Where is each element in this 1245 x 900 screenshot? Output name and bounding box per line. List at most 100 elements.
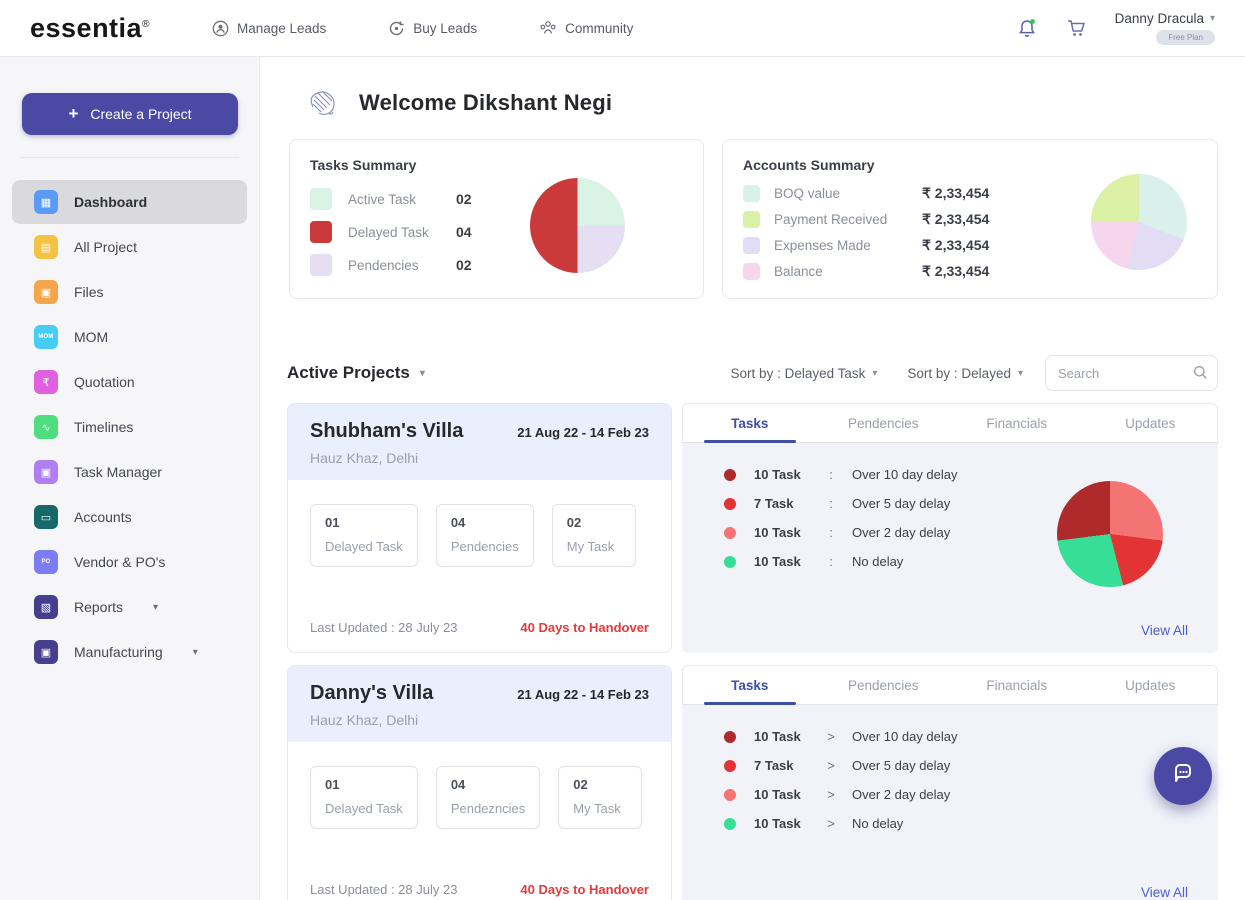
project-row: Danny's Villa 21 Aug 22 - 14 Feb 23 Hauz…: [287, 665, 1218, 900]
stat-pendencies: 04 Pendencies: [435, 504, 534, 567]
tab-updates[interactable]: Updates: [1084, 404, 1218, 442]
tasks-summary-pie-chart: [530, 178, 625, 273]
accounts-summary-card: Accounts Summary BOQ value ₹ 2,33,454 Pa…: [722, 139, 1218, 299]
user-name: Danny Dracula: [1114, 11, 1204, 26]
tasks-summary-title: Tasks Summary: [310, 157, 417, 173]
sidebar-item-accounts[interactable]: ▭ Accounts: [12, 495, 247, 539]
project-tabs: Tasks Pendencies Financials Updates: [682, 403, 1218, 443]
manufacturing-icon: ▣: [34, 640, 58, 664]
status-dot: [724, 817, 736, 830]
nav-label: Community: [565, 20, 634, 36]
sidebar-item-manufacturing[interactable]: ▣ Manufacturing ▾: [12, 630, 247, 674]
search-icon: [1193, 365, 1208, 385]
plus-icon: +: [68, 104, 79, 123]
notifications-bell-icon[interactable]: [1015, 16, 1039, 40]
chevron-down-icon: ▾: [153, 601, 159, 613]
tab-pendencies[interactable]: Pendencies: [817, 404, 951, 442]
project-detail-panel: Tasks Pendencies Financials Updates 10 T…: [682, 403, 1218, 653]
stat-my-task: 02 My Task: [558, 766, 643, 829]
tab-financials[interactable]: Financials: [950, 404, 1084, 442]
status-dot: [724, 759, 736, 772]
sidebar-item-timelines[interactable]: ∿ Timelines: [12, 405, 247, 449]
tab-financials[interactable]: Financials: [950, 666, 1084, 704]
legend-swatch: [743, 211, 760, 228]
view-all-link[interactable]: View All: [1141, 623, 1188, 638]
files-icon: ▣: [34, 280, 58, 304]
status-dot: [724, 788, 736, 801]
project-dates: 21 Aug 22 - 14 Feb 23: [517, 687, 649, 702]
nav-community[interactable]: Community: [539, 20, 633, 37]
sidebar-item-all-project[interactable]: ▤ All Project: [12, 225, 247, 269]
last-updated-text: Last Updated : 28 July 23: [310, 620, 458, 635]
task-delay-row: 7 Task > Over 5 day delay: [724, 758, 1188, 773]
task-delay-row: 10 Task : Over 10 day delay: [724, 467, 1188, 482]
sort-by-delayed-dropdown[interactable]: Sort by : Delayed ▾: [907, 366, 1023, 381]
main-content: Welcome Dikshant Negi Tasks Summary Acti…: [260, 57, 1245, 900]
project-card-dannys-villa: Danny's Villa 21 Aug 22 - 14 Feb 23 Hauz…: [287, 665, 672, 900]
sidebar-item-quotation[interactable]: ₹ Quotation: [12, 360, 247, 404]
legend-swatch: [310, 188, 332, 210]
nav-label: Buy Leads: [413, 20, 478, 36]
view-all-link[interactable]: View All: [1141, 885, 1188, 900]
project-name: Danny's Villa: [310, 682, 434, 704]
status-dot: [724, 468, 736, 481]
accounts-icon: ▭: [34, 505, 58, 529]
plan-badge: Free Plan: [1156, 30, 1215, 45]
task-delay-row: 10 Task > Over 2 day delay: [724, 787, 1188, 802]
status-dot: [724, 730, 736, 743]
brand-logo: essentia®: [30, 12, 150, 43]
sidebar-item-dashboard[interactable]: ▦ Dashboard: [12, 180, 247, 224]
legend-row: Active Task 02: [310, 188, 683, 210]
tab-updates[interactable]: Updates: [1084, 666, 1218, 704]
stat-delayed-task: 01 Delayed Task: [310, 766, 418, 829]
status-dot: [724, 497, 736, 510]
cart-icon[interactable]: [1065, 16, 1089, 40]
legend-swatch: [310, 254, 332, 276]
sidebar: + Create a Project ▦ Dashboard ▤ All Pro…: [0, 57, 260, 900]
wave-hand-icon: [303, 83, 343, 123]
stat-delayed-task: 01 Delayed Task: [310, 504, 418, 567]
chevron-down-icon: ▾: [192, 646, 198, 658]
nav-manage-leads[interactable]: Manage Leads: [212, 20, 326, 37]
chevron-down-icon: ▾: [872, 367, 878, 379]
accounts-summary-title: Accounts Summary: [743, 157, 875, 173]
chevron-down-icon: ▾: [1209, 13, 1215, 24]
timelines-icon: ∿: [34, 415, 58, 439]
top-navigation: Manage Leads Buy Leads Community: [212, 20, 633, 37]
tasks-summary-card: Tasks Summary Active Task 02 Delayed Tas…: [289, 139, 704, 299]
legend-row: Delayed Task 04: [310, 221, 683, 243]
tab-pendencies[interactable]: Pendencies: [817, 666, 951, 704]
chat-icon: [1169, 760, 1197, 793]
accounts-summary-pie-chart: [1091, 174, 1187, 270]
sidebar-item-mom[interactable]: MOM MOM: [12, 315, 247, 359]
tab-tasks[interactable]: Tasks: [683, 404, 817, 442]
legend-swatch: [743, 237, 760, 254]
create-project-button[interactable]: + Create a Project: [22, 93, 238, 135]
nav-buy-leads[interactable]: Buy Leads: [388, 20, 477, 37]
chat-fab-button[interactable]: [1154, 747, 1212, 805]
nav-label: Manage Leads: [236, 20, 327, 36]
user-menu[interactable]: Danny Dracula ▾ Free Plan: [1115, 11, 1215, 45]
mom-icon: MOM: [34, 325, 58, 349]
handover-countdown: 40 Days to Handover: [520, 882, 649, 897]
project-tasks-pie-chart: [1057, 481, 1163, 587]
manage-leads-icon: [212, 20, 229, 37]
quotation-icon: ₹: [34, 370, 58, 394]
tab-tasks[interactable]: Tasks: [683, 666, 817, 704]
sort-by-delayed-task-dropdown[interactable]: Sort by : Delayed Task ▾: [731, 366, 878, 381]
reports-icon: ▧: [34, 595, 58, 619]
last-updated-text: Last Updated : 28 July 23: [310, 882, 458, 897]
dashboard-icon: ▦: [34, 190, 58, 214]
top-bar: essentia® Manage Leads Buy Leads Communi…: [0, 0, 1245, 57]
sidebar-item-task-manager[interactable]: ▣ Task Manager: [12, 450, 247, 494]
sidebar-divider: [20, 157, 239, 158]
sidebar-item-vendor-pos[interactable]: PO Vendor & PO's: [12, 540, 247, 584]
all-project-icon: ▤: [34, 235, 58, 259]
active-projects-dropdown[interactable]: Active Projects ▾: [287, 363, 425, 383]
community-icon: [539, 20, 557, 36]
page-title: Welcome Dikshant Negi: [359, 90, 613, 115]
sidebar-item-reports[interactable]: ▧ Reports ▾: [12, 585, 247, 629]
project-detail-panel: Tasks Pendencies Financials Updates 10 T…: [682, 665, 1218, 900]
sidebar-item-files[interactable]: ▣ Files: [12, 270, 247, 314]
project-location: Hauz Khaz, Delhi: [310, 450, 419, 466]
